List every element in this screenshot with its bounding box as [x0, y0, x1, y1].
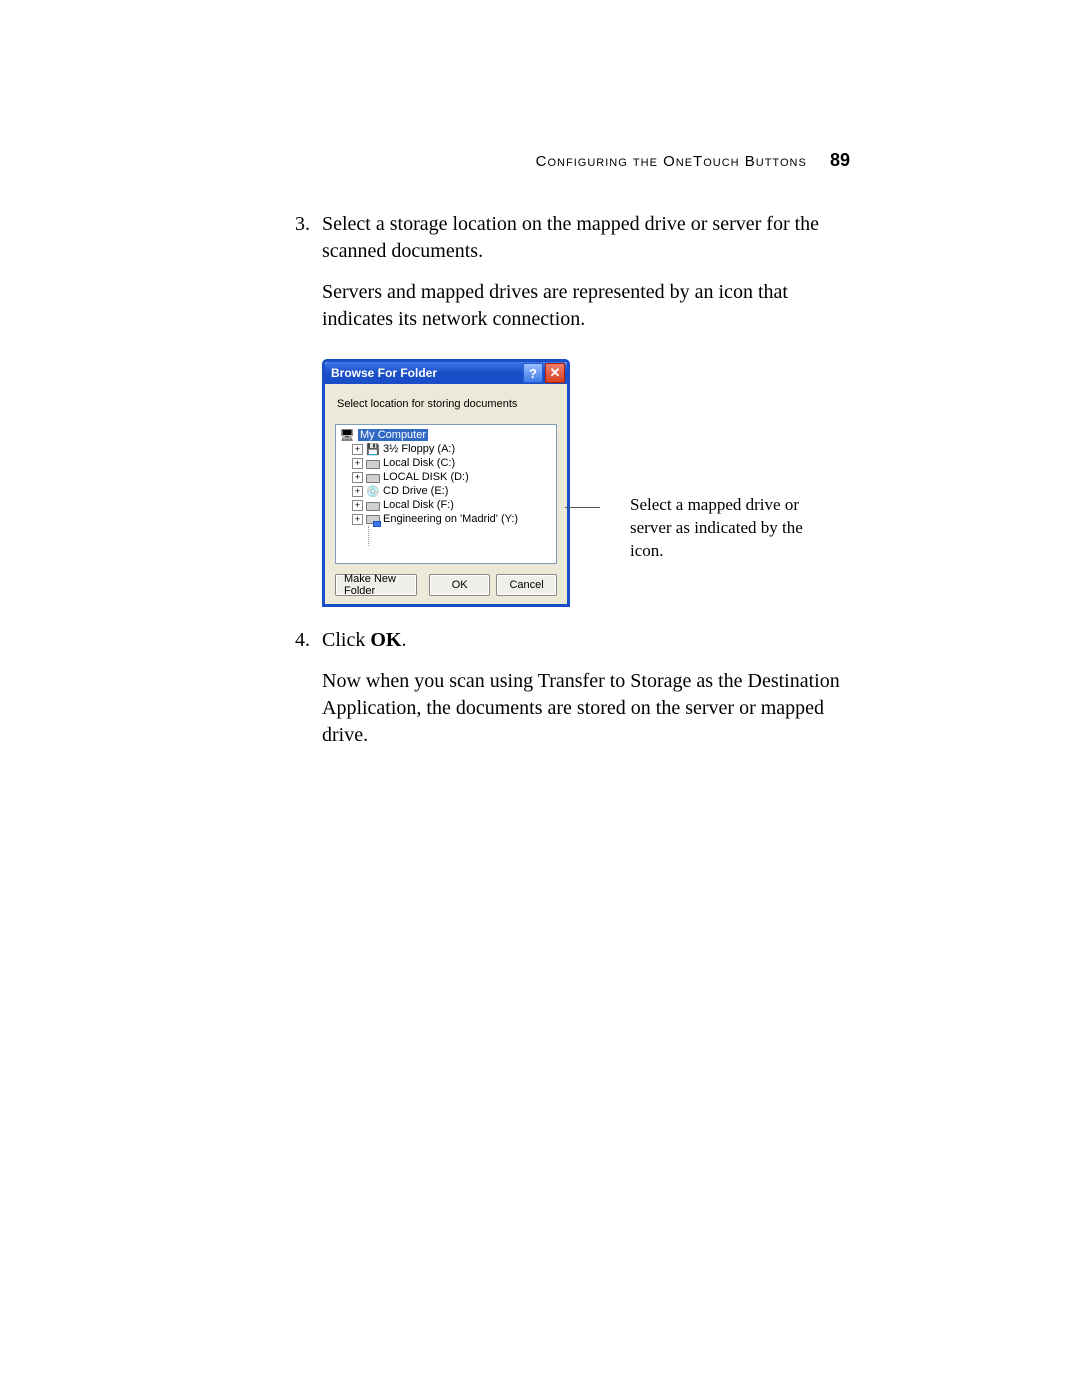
cd-icon [366, 485, 380, 497]
step-3: 3. Select a storage location on the mapp… [230, 211, 850, 347]
tree-item-local-c[interactable]: + Local Disk (C:) [352, 456, 552, 470]
tree-item-network-y[interactable]: + Engineering on 'Madrid' (Y:) [352, 512, 552, 526]
step-number: 3. [270, 211, 322, 347]
tree-item-cd-e[interactable]: + CD Drive (E:) [352, 484, 552, 498]
tree-item-label: 3½ Floppy (A:) [383, 443, 455, 455]
expand-icon[interactable]: + [352, 472, 363, 483]
disk-icon [366, 471, 380, 483]
expand-icon[interactable]: + [352, 514, 363, 525]
tree-item-label: LOCAL DISK (D:) [383, 471, 469, 483]
tree-item-label: Local Disk (F:) [383, 499, 454, 511]
disk-icon [366, 499, 380, 511]
browse-for-folder-dialog: Browse For Folder ? ✕ Select location fo… [322, 359, 570, 607]
folder-tree[interactable]: My Computer + 3½ Floppy (A:) + Local Dis… [335, 424, 557, 564]
disk-icon [366, 457, 380, 469]
expand-icon[interactable]: + [352, 458, 363, 469]
help-button[interactable]: ? [523, 363, 543, 383]
tree-connector-line [368, 526, 552, 546]
section-title: Configuring the OneTouch Buttons [536, 153, 807, 170]
expand-icon[interactable]: + [352, 500, 363, 511]
page-header: Configuring the OneTouch Buttons 89 [230, 150, 850, 171]
tree-item-floppy[interactable]: + 3½ Floppy (A:) [352, 442, 552, 456]
button-label: OK [452, 579, 468, 591]
tree-item-local-f[interactable]: + Local Disk (F:) [352, 498, 552, 512]
tree-item-local-d[interactable]: + LOCAL DISK (D:) [352, 470, 552, 484]
tree-root-label: My Computer [358, 429, 428, 441]
step-number: 4. [270, 627, 322, 763]
step-4-text-1: Click OK. [322, 627, 850, 654]
tree-item-label: Engineering on 'Madrid' (Y:) [383, 513, 518, 525]
close-icon: ✕ [550, 365, 561, 381]
dialog-instruction: Select location for storing documents [337, 398, 555, 410]
cancel-button[interactable]: Cancel [496, 574, 557, 596]
button-label: Cancel [509, 579, 543, 591]
tree-item-label: CD Drive (E:) [383, 485, 448, 497]
button-label: Make New Folder [344, 573, 408, 597]
close-button[interactable]: ✕ [545, 363, 565, 383]
figure-callout: Select a mapped drive or server as indic… [630, 359, 805, 563]
step-4: 4. Click OK. Now when you scan using Tra… [230, 627, 850, 763]
tree-root-my-computer[interactable]: My Computer [340, 429, 552, 441]
page-number: 89 [830, 150, 850, 170]
figure-row: Browse For Folder ? ✕ Select location fo… [322, 359, 850, 607]
help-icon: ? [529, 366, 537, 381]
dialog-titlebar: Browse For Folder ? ✕ [325, 362, 567, 384]
step-4-text-2: Now when you scan using Transfer to Stor… [322, 668, 850, 749]
step-3-text-1: Select a storage location on the mapped … [322, 211, 850, 265]
step-3-text-2: Servers and mapped drives are represente… [322, 279, 850, 333]
callout-leader-line [565, 507, 600, 508]
network-drive-icon [366, 513, 380, 525]
make-new-folder-button[interactable]: Make New Folder [335, 574, 417, 596]
computer-icon [340, 429, 354, 441]
ok-button[interactable]: OK [429, 574, 490, 596]
dialog-title: Browse For Folder [331, 366, 521, 380]
floppy-icon [366, 443, 380, 455]
tree-item-label: Local Disk (C:) [383, 457, 455, 469]
expand-icon[interactable]: + [352, 486, 363, 497]
expand-icon[interactable]: + [352, 444, 363, 455]
